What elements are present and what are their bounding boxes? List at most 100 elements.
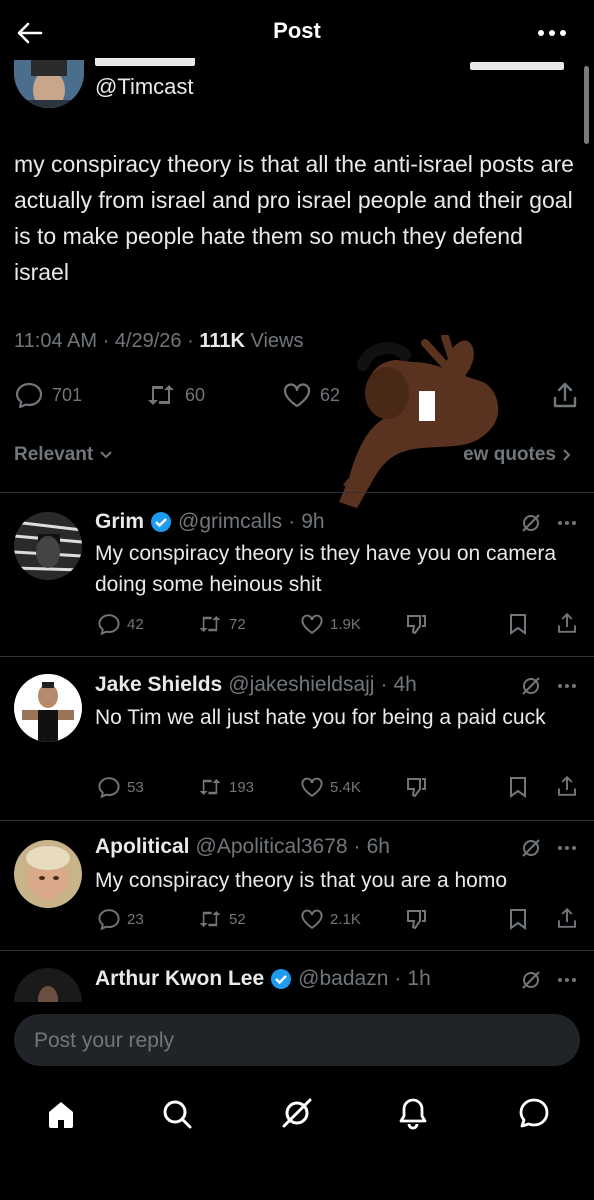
- post-meta: 11:04 AM · 4/29/26 · 111K Views: [14, 330, 304, 352]
- reply-input[interactable]: [32, 1014, 556, 1068]
- reply-avatar[interactable]: [14, 674, 82, 742]
- bottom-nav: [0, 1080, 594, 1150]
- sort-label: Relevant: [14, 444, 94, 465]
- heart-icon: [300, 907, 324, 931]
- like-action[interactable]: 62: [282, 380, 340, 410]
- reply-like-count: 2.1K: [330, 910, 361, 928]
- dislike-icon[interactable]: [404, 907, 428, 931]
- reply-avatar[interactable]: [14, 968, 82, 1002]
- reply-name[interactable]: Arthur Kwon Lee: [95, 967, 264, 991]
- grok-icon[interactable]: [520, 969, 542, 991]
- repost-icon: [145, 380, 177, 410]
- dislike-icon[interactable]: [404, 612, 428, 636]
- reply-reply-count: 23: [127, 910, 144, 928]
- reply-time: 6h: [366, 835, 390, 858]
- reply-name[interactable]: Jake Shields: [95, 673, 222, 697]
- reply-handle[interactable]: @Apolitical3678: [196, 835, 348, 859]
- scrollbar[interactable]: [584, 66, 589, 144]
- reply-handle[interactable]: @jakeshieldsajj: [228, 673, 374, 697]
- reply-header: Apolitical @Apolitical3678 · 6h: [95, 835, 390, 859]
- reply-more-icon[interactable]: [557, 520, 577, 526]
- overlay-sticker-image: [335, 335, 510, 515]
- sort-dropdown[interactable]: Relevant: [14, 444, 113, 466]
- reply-action[interactable]: 701: [14, 380, 82, 410]
- heart-icon: [300, 612, 324, 636]
- reply-count: 701: [52, 384, 83, 405]
- post-text: my conspiracy theory is that all the ant…: [14, 151, 574, 285]
- reply-time: 1h: [407, 967, 431, 990]
- share-icon[interactable]: [555, 905, 579, 931]
- reply-icon: [97, 775, 121, 799]
- heart-icon: [282, 380, 312, 410]
- reply-item[interactable]: Apolitical @Apolitical3678 · 6h My consp…: [0, 820, 594, 950]
- bookmark-icon[interactable]: [507, 612, 529, 636]
- reply-header: Arthur Kwon Lee @badazn · 1h: [95, 967, 431, 991]
- top-bar: Post: [0, 0, 594, 62]
- home-icon[interactable]: [45, 1098, 77, 1130]
- views-count: 111K: [199, 330, 245, 352]
- reply-repost-count: 72: [229, 615, 246, 633]
- notifications-icon[interactable]: [397, 1096, 429, 1130]
- share-icon[interactable]: [555, 773, 579, 799]
- author-name-clipped: [95, 58, 225, 68]
- heart-icon: [300, 775, 324, 799]
- reply-avatar[interactable]: [14, 512, 82, 580]
- share-icon[interactable]: [555, 610, 579, 636]
- reply-like-count: 1.9K: [330, 615, 361, 633]
- reply-item[interactable]: Arthur Kwon Lee @badazn · 1h: [0, 950, 594, 1002]
- reply-icon: [97, 612, 121, 636]
- reply-reply-action[interactable]: 42: [97, 612, 144, 636]
- reply-name[interactable]: Grim: [95, 510, 144, 534]
- dislike-icon[interactable]: [404, 775, 428, 799]
- grok-nav-icon[interactable]: [280, 1096, 314, 1130]
- reply-repost-count: 193: [229, 778, 255, 796]
- reply-time: 4h: [393, 673, 417, 696]
- grok-icon[interactable]: [520, 512, 542, 534]
- reply-handle[interactable]: @grimcalls: [178, 510, 282, 534]
- view-quotes-label: ew quotes: [463, 444, 556, 465]
- reply-like-action[interactable]: 5.4K: [300, 775, 361, 799]
- reply-composer[interactable]: [14, 1014, 580, 1068]
- reply-repost-count: 52: [229, 910, 246, 928]
- verified-badge-icon: [270, 968, 292, 990]
- reply-avatar[interactable]: [14, 840, 82, 908]
- view-quotes-link[interactable]: ew quotes: [463, 444, 572, 466]
- reply-header: Grim @grimcalls · 9h: [95, 510, 325, 534]
- reply-icon: [97, 907, 121, 931]
- reply-item[interactable]: Jake Shields @jakeshieldsajj · 4h No Tim…: [0, 656, 594, 820]
- author-handle[interactable]: @Timcast: [95, 74, 194, 100]
- bookmark-icon[interactable]: [507, 775, 529, 799]
- post-time: 11:04 AM: [14, 330, 98, 352]
- repost-icon: [197, 775, 223, 799]
- reply-repost-action[interactable]: 52: [197, 907, 246, 931]
- reply-more-icon[interactable]: [557, 977, 577, 983]
- reply-more-icon[interactable]: [557, 683, 577, 689]
- reply-reply-action[interactable]: 53: [97, 775, 144, 799]
- reply-reply-count: 53: [127, 778, 144, 796]
- reply-more-icon[interactable]: [557, 845, 577, 851]
- reply-header: Jake Shields @jakeshieldsajj · 4h: [95, 673, 417, 697]
- reply-reply-action[interactable]: 23: [97, 907, 144, 931]
- reply-item[interactable]: Grim @grimcalls · 9h My conspiracy theor…: [0, 492, 594, 656]
- page-title: Post: [273, 18, 321, 43]
- reply-repost-action[interactable]: 72: [197, 612, 246, 636]
- author-avatar[interactable]: [14, 60, 84, 108]
- bookmark-icon[interactable]: [507, 907, 529, 931]
- views-label: Views: [250, 330, 304, 352]
- reply-repost-action[interactable]: 193: [197, 775, 254, 799]
- grok-icon[interactable]: [520, 675, 542, 697]
- messages-icon[interactable]: [517, 1096, 551, 1130]
- reply-like-action[interactable]: 2.1K: [300, 907, 361, 931]
- reply-text: My conspiracy theory is they have you on…: [95, 542, 557, 596]
- share-icon[interactable]: [550, 380, 580, 410]
- more-options-icon[interactable]: [537, 28, 567, 38]
- repost-icon: [197, 612, 223, 636]
- reply-handle[interactable]: @badazn: [298, 967, 388, 991]
- search-icon[interactable]: [161, 1098, 193, 1130]
- reply-reply-count: 42: [127, 615, 144, 633]
- reply-like-action[interactable]: 1.9K: [300, 612, 361, 636]
- repost-action[interactable]: 60: [145, 380, 205, 410]
- reply-name[interactable]: Apolitical: [95, 835, 190, 859]
- repost-count: 60: [185, 384, 206, 405]
- grok-icon[interactable]: [520, 837, 542, 859]
